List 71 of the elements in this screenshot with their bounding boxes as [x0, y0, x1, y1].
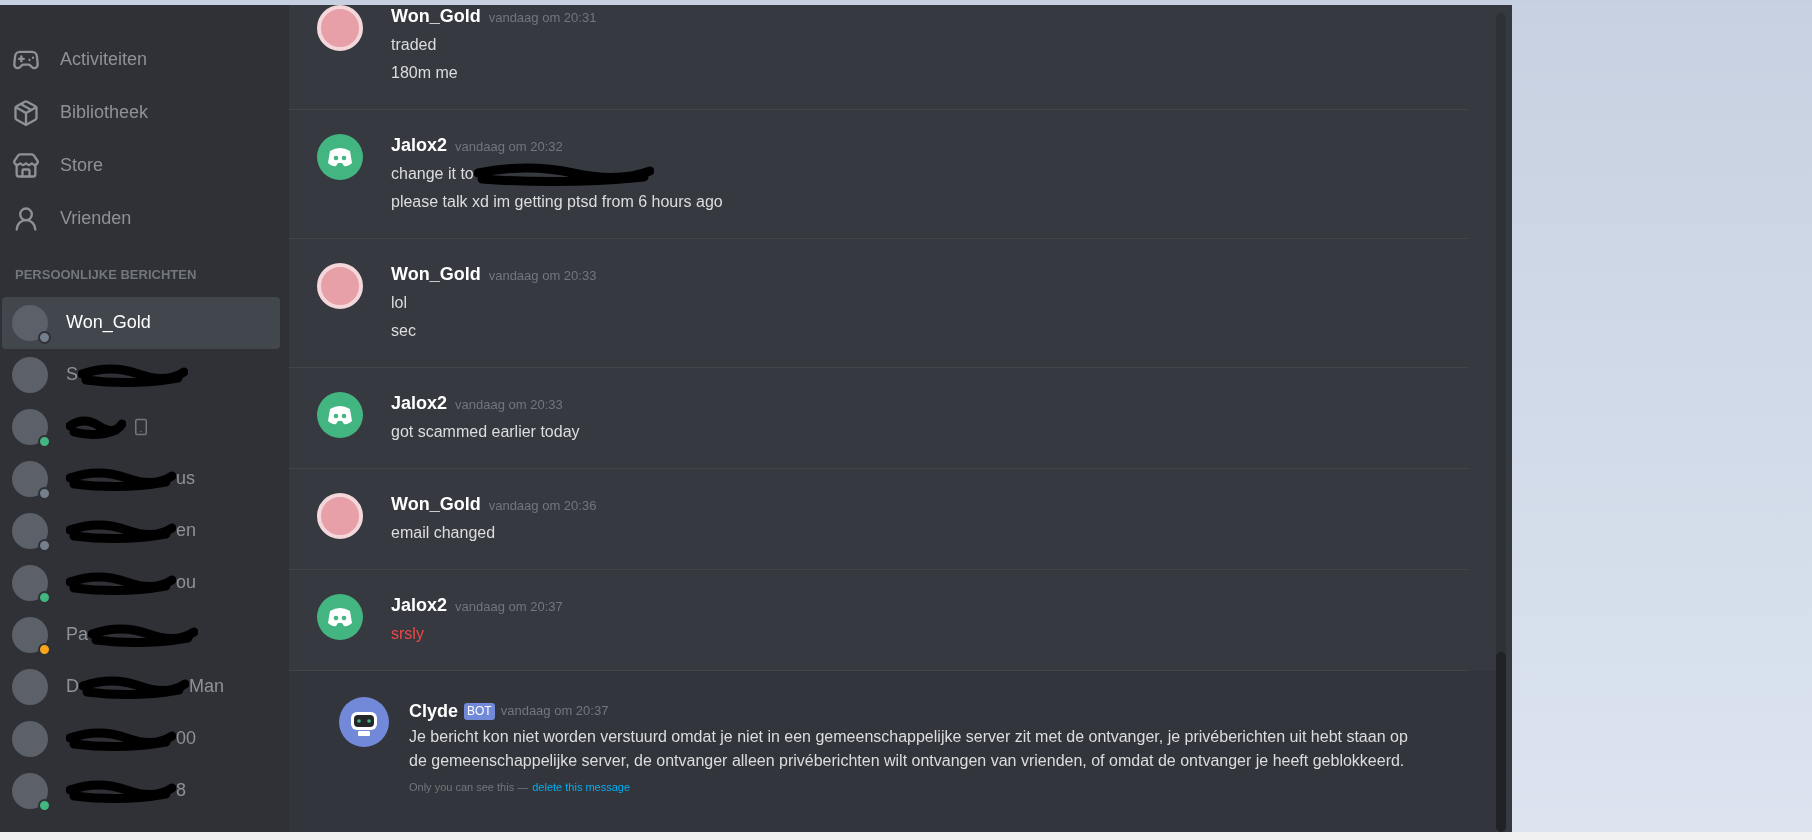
username-fragment: ou	[176, 571, 197, 594]
user-avatar	[12, 408, 48, 445]
dm-item[interactable]: en	[2, 504, 280, 557]
username-fragment: Man	[189, 675, 224, 698]
username-fragment: 8	[176, 779, 186, 802]
author-name[interactable]: Jalox2	[391, 132, 448, 159]
dm-item[interactable]: S	[2, 348, 280, 401]
timestamp: vandaag om 20:33	[455, 396, 563, 414]
username-fragment: us	[176, 467, 195, 490]
message-text: got scammed earlier today	[391, 422, 580, 442]
user-avatar	[12, 616, 48, 653]
user-avatar	[317, 493, 363, 539]
author-name[interactable]: Clyde	[409, 697, 459, 725]
robot-avatar-icon	[339, 697, 389, 747]
dm-item[interactable]: 8	[2, 764, 280, 817]
user-avatar	[12, 564, 48, 601]
store-icon	[12, 151, 40, 180]
user-avatar	[12, 668, 48, 705]
message-text: change it to	[391, 164, 474, 184]
message-text: 180m me	[391, 63, 458, 83]
username: Won_Gold	[66, 311, 151, 335]
nav-item[interactable]: Vrienden	[0, 192, 289, 245]
user-avatar	[12, 512, 48, 549]
author-name[interactable]: Won_Gold	[391, 261, 481, 288]
nav-item[interactable]: Bibliotheek	[0, 86, 289, 139]
user-avatar	[317, 5, 363, 51]
timestamp: vandaag om 20:31	[488, 9, 597, 27]
timestamp: vandaag om 20:33	[488, 267, 597, 285]
dm-item[interactable]: ou	[2, 556, 280, 609]
message-text: lol	[391, 293, 407, 313]
library-icon	[12, 98, 40, 127]
timestamp: vandaag om 20:37	[500, 702, 609, 721]
bot-tag: BOT	[464, 702, 495, 720]
scrollbar[interactable]	[1496, 13, 1506, 832]
user-avatar	[12, 460, 48, 497]
logo-avatar-icon	[317, 392, 363, 438]
logo-avatar-icon	[317, 594, 363, 640]
delete-link[interactable]: delete this message	[532, 779, 631, 796]
nav-item[interactable]: Store	[0, 139, 289, 192]
section-header: PERSOONLIJKE BERICHTEN	[15, 266, 198, 284]
username-fragment: D	[66, 675, 79, 698]
user-avatar	[12, 356, 48, 393]
user-avatar	[317, 263, 363, 309]
dm-item[interactable]: 00	[2, 712, 280, 765]
user-avatar	[12, 720, 48, 757]
author-name[interactable]: Jalox2	[391, 390, 448, 417]
logo-avatar-icon	[317, 134, 363, 180]
author-name[interactable]: Won_Gold	[391, 3, 481, 30]
dm-item[interactable]: us	[2, 452, 280, 505]
timestamp: vandaag om 20:36	[488, 497, 597, 515]
message-text: sec	[391, 321, 416, 341]
timestamp: vandaag om 20:32	[455, 138, 563, 156]
username-fragment: 00	[176, 727, 197, 750]
username-fragment: S	[66, 363, 78, 386]
timestamp: vandaag om 20:37	[455, 598, 563, 616]
username-fragment: en	[176, 519, 197, 542]
author-name[interactable]: Jalox2	[391, 592, 448, 619]
message-text: srsly	[391, 624, 424, 644]
dm-item[interactable]: Won_Gold	[2, 296, 280, 349]
user-avatar	[12, 772, 48, 809]
message-text: traded	[391, 35, 437, 55]
message-text: email changed	[391, 523, 496, 543]
message-text: please talk xd im getting ptsd from 6 hours ago	[391, 192, 723, 212]
dm-item[interactable]: Pa	[2, 608, 280, 661]
author-name[interactable]: Won_Gold	[391, 491, 481, 518]
message-text: Je bericht kon niet worden verstuurd omdat je niet in een gemeenschappelijke server zit met de ontvanger, je privéberichten uit hebt staan op de gemeenschappelijke server, de ontvanger alleen privéberichten wilt ontvangen van vrienden, of omdat de ontvanger je heeft geblokkeerd.	[409, 727, 1409, 771]
nav-item[interactable]: Activiteiten	[0, 33, 289, 86]
ephemeral-note: Only you can see this —	[409, 780, 529, 795]
dm-item[interactable]: D Man	[2, 660, 280, 713]
username-fragment: Pa	[66, 623, 89, 646]
user-avatar	[12, 304, 48, 341]
